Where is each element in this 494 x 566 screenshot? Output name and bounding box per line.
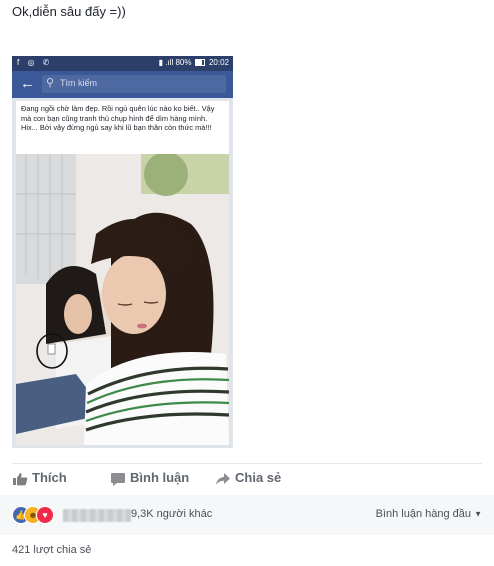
phone-search-header: ← ⚲ Tìm kiếm	[12, 71, 233, 98]
sort-label: Bình luận hàng đầu	[375, 508, 472, 520]
thumbs-up-icon	[13, 472, 28, 485]
like-label: Thích	[32, 470, 67, 485]
action-bar: Thích Bình luận Chia sẻ	[12, 466, 482, 494]
status-app-icons: f ◎ ✆	[17, 58, 53, 67]
share-count[interactable]: 421 lượt chia sẻ	[12, 544, 91, 556]
signal-icon: ▮ .ıll	[158, 58, 174, 67]
back-arrow-icon: ←	[20, 75, 35, 92]
search-placeholder: Tìm kiếm	[60, 78, 97, 88]
phone-status-bar: f ◎ ✆ ▮ .ıll 80% 20:02	[12, 56, 233, 71]
sleeping-girl-photo	[16, 154, 229, 445]
comment-label: Bình luận	[130, 470, 190, 485]
post-photo-screenshot[interactable]: f ◎ ✆ ▮ .ıll 80% 20:02 ← ⚲ Tìm kiếm Đang…	[12, 56, 233, 448]
love-reaction-icon: ♥	[36, 506, 54, 524]
share-label: Chia sẻ	[235, 470, 282, 485]
status-right: ▮ .ıll 80% 20:02	[159, 58, 229, 67]
comment-button[interactable]: Bình luận	[110, 470, 189, 486]
share-button[interactable]: Chia sẻ	[215, 470, 281, 486]
reactions-bar: 👍 ☻ ♥ 9,3K người khác Bình luận hàng đầu…	[0, 495, 494, 535]
phone-post-card: Đang ngồi chờ làm đẹp. Rồi ngủ quên lúc …	[16, 101, 229, 445]
blurred-names	[63, 509, 131, 522]
post-caption: Ok,diễn sâu đấy =))	[12, 4, 126, 19]
chevron-down-icon: ▼	[474, 509, 482, 519]
search-icon: ⚲	[46, 77, 55, 89]
like-button[interactable]: Thích	[12, 470, 67, 486]
comment-bubble-icon	[111, 472, 125, 486]
share-arrow-icon	[216, 472, 230, 485]
battery-icon	[194, 59, 205, 67]
battery-percent: 80%	[175, 58, 192, 67]
comment-sort-dropdown[interactable]: Bình luận hàng đầu ▼	[376, 508, 482, 520]
phone-search-input: ⚲ Tìm kiếm	[42, 75, 226, 93]
reaction-count[interactable]: 9,3K người khác	[131, 508, 212, 520]
status-time: 20:02	[208, 58, 229, 67]
divider-top	[12, 463, 482, 464]
phone-post-text: Đang ngồi chờ làm đẹp. Rồi ngủ quên lúc …	[21, 104, 215, 133]
